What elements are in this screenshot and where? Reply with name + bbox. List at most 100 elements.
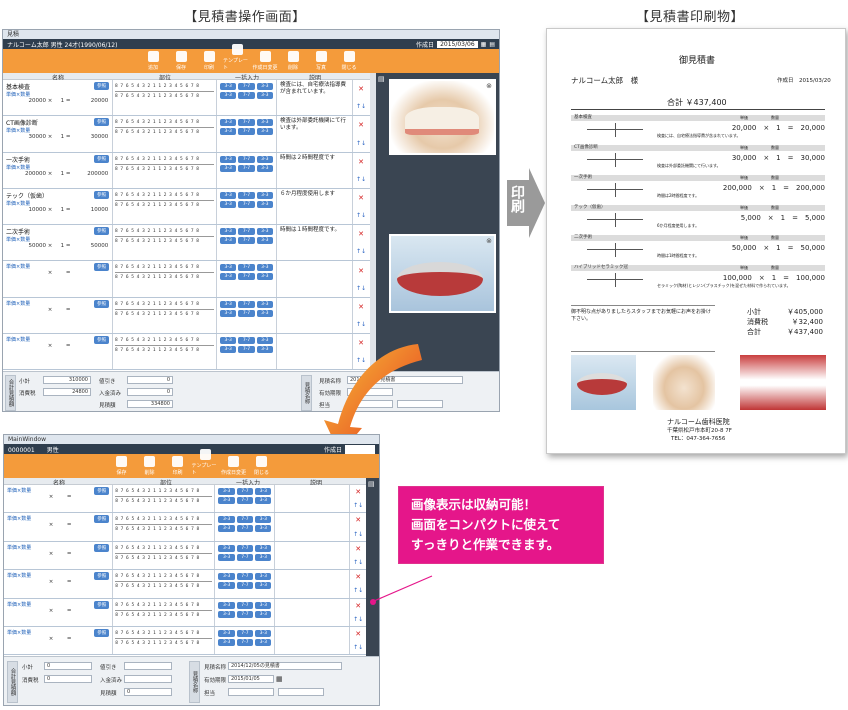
reference-button[interactable]: 参照 — [94, 628, 110, 637]
bulk-button[interactable]: 3-3 — [255, 544, 272, 552]
tooth-chart[interactable]: 8 7 6 5 4 3 2 1 1 2 3 4 5 6 7 8 8 7 6 5 4… — [113, 598, 216, 626]
description-cell[interactable] — [275, 485, 351, 513]
tooth-row-lower[interactable]: 8 7 6 5 4 3 2 1 1 2 3 4 5 6 7 8 — [115, 238, 214, 245]
reference-button[interactable]: 参照 — [94, 572, 110, 581]
bulk-button[interactable]: 3-3 — [255, 573, 272, 581]
toolbar-button-1[interactable]: 削除 — [136, 456, 164, 478]
unit-price[interactable]: 20000 — [6, 98, 47, 104]
bulk-button[interactable]: 7-7 — [238, 237, 255, 245]
bulk-button[interactable]: 3-3 — [256, 83, 273, 90]
toolbar-button-5[interactable]: 閉じる — [248, 456, 276, 478]
tooth-row-upper[interactable]: 8 7 6 5 4 3 2 1 1 2 3 4 5 6 7 8 — [115, 516, 212, 523]
collapsed-image-panel[interactable]: ▤ — [366, 478, 379, 656]
date-field[interactable]: 2015/03/06 — [437, 40, 478, 48]
tooth-row-upper[interactable]: 8 7 6 5 4 3 2 1 1 2 3 4 5 6 7 8 — [115, 228, 214, 235]
bulk-button[interactable]: 3-3 — [255, 638, 272, 646]
toolbar-button-7[interactable]: 閉じる — [335, 51, 363, 73]
bulk-button[interactable]: 7-7 — [238, 128, 255, 136]
toolbar-button-0[interactable]: 保存 — [108, 456, 136, 478]
tooth-chart[interactable]: 8 7 6 5 4 3 2 1 1 2 3 4 5 6 7 8 8 7 6 5 4… — [113, 188, 217, 225]
tooth-row-lower[interactable]: 8 7 6 5 4 3 2 1 1 2 3 4 5 6 7 8 — [115, 640, 212, 647]
reference-button[interactable]: 参照 — [94, 543, 110, 552]
tooth-row-upper[interactable]: 8 7 6 5 4 3 2 1 1 2 3 4 5 6 7 8 — [115, 488, 212, 495]
item-name-cell[interactable]: 一次手術 参照 単価×数量 200000 × 1 = 200000 — [3, 152, 113, 188]
toolbar-button-2[interactable]: 印刷 — [164, 456, 192, 478]
discount-field[interactable] — [124, 662, 172, 670]
bulk-button[interactable]: 3-3 — [256, 228, 273, 236]
reference-button[interactable]: 参照 — [94, 263, 109, 272]
item-name-cell[interactable]: 参照 単価×数量 × = — [4, 485, 114, 513]
move-row-icon[interactable]: ↑↓ — [356, 176, 366, 183]
bulk-button[interactable]: 3-3 — [255, 553, 272, 561]
bulk-button[interactable]: 7-7 — [236, 497, 254, 504]
unit-price[interactable]: 30000 — [6, 134, 47, 140]
description-cell[interactable]: ６か月程度使用します — [277, 188, 353, 225]
unit-price[interactable]: 50000 — [6, 243, 47, 249]
tooth-row-upper[interactable]: 8 7 6 5 4 3 2 1 1 2 3 4 5 6 7 8 — [115, 301, 214, 308]
description-cell[interactable]: 検査は外部委託機関にて行います。 — [277, 116, 353, 152]
bulk-button[interactable]: 3-3 — [218, 525, 235, 533]
bulk-button[interactable]: 3-3 — [220, 273, 237, 281]
item-name-cell[interactable]: 参照 単価×数量 × = — [4, 570, 114, 598]
tooth-row-lower[interactable]: 8 7 6 5 4 3 2 1 1 2 3 4 5 6 7 8 — [115, 526, 212, 533]
item-name-cell[interactable]: 参照 単価×数量 × = — [3, 261, 113, 297]
description-cell[interactable]: 検査には、自宅療法指導費が含まれています。 — [277, 80, 353, 116]
expire-field[interactable]: 2015/01/05 — [228, 675, 274, 683]
item-name-cell[interactable]: テック（仮歯） 参照 単価×数量 10000 × 1 = 10000 — [3, 188, 113, 225]
reference-button[interactable]: 参照 — [94, 487, 110, 495]
bulk-button[interactable]: 3-3 — [220, 346, 237, 354]
description-cell[interactable] — [277, 297, 353, 334]
item-name-cell[interactable]: CT画像診断 参照 単価×数量 30000 × 1 = 30000 — [3, 116, 113, 152]
delete-row-icon[interactable]: ✕ — [355, 602, 361, 610]
unit-price[interactable]: 200000 — [6, 171, 46, 177]
item-name-cell[interactable]: 参照 単価×数量 × = — [4, 626, 114, 655]
description-cell[interactable] — [277, 261, 353, 297]
bulk-button[interactable]: 7-7 — [238, 309, 255, 317]
delete-row-icon[interactable]: ✕ — [358, 194, 364, 202]
tooth-row-upper[interactable]: 8 7 6 5 4 3 2 1 1 2 3 4 5 6 7 8 — [115, 192, 214, 199]
description-cell[interactable] — [275, 513, 351, 541]
bulk-button[interactable]: 3-3 — [220, 300, 237, 308]
estimate-field[interactable]: 334800 — [127, 400, 173, 408]
bulk-button[interactable]: 3-3 — [256, 273, 273, 281]
bulk-button[interactable]: 3-3 — [255, 629, 272, 637]
move-row-icon[interactable]: ↑↓ — [356, 103, 366, 110]
tooth-chart[interactable]: 8 7 6 5 4 3 2 1 1 2 3 4 5 6 7 8 8 7 6 5 4… — [113, 541, 216, 570]
remove-image-icon[interactable]: ⊗ — [486, 82, 492, 90]
bulk-button[interactable]: 3-3 — [256, 128, 273, 136]
tooth-chart[interactable]: 8 7 6 5 4 3 2 1 1 2 3 4 5 6 7 8 8 7 6 5 4… — [113, 261, 217, 297]
discount-field[interactable]: 0 — [127, 376, 173, 384]
bulk-button[interactable]: 3-3 — [218, 516, 235, 524]
calendar-icon[interactable]: ▦ — [481, 41, 487, 48]
tooth-row-upper[interactable]: 8 7 6 5 4 3 2 1 1 2 3 4 5 6 7 8 — [115, 602, 212, 609]
estimate-field[interactable]: 0 — [124, 688, 172, 696]
description-cell[interactable] — [275, 598, 351, 626]
bulk-button[interactable]: 3-3 — [256, 337, 273, 345]
bulk-button[interactable]: 7-7 — [238, 228, 255, 236]
bulk-button[interactable]: 3-3 — [256, 264, 273, 272]
tooth-row-upper[interactable]: 8 7 6 5 4 3 2 1 1 2 3 4 5 6 7 8 — [115, 156, 214, 163]
bulk-button[interactable]: 3-3 — [255, 488, 272, 495]
bulk-button[interactable]: 3-3 — [256, 300, 273, 308]
tooth-row-upper[interactable]: 8 7 6 5 4 3 2 1 1 2 3 4 5 6 7 8 — [115, 630, 212, 637]
tooth-row-lower[interactable]: 8 7 6 5 4 3 2 1 1 2 3 4 5 6 7 8 — [115, 612, 212, 619]
bulk-button[interactable]: 3-3 — [256, 92, 273, 99]
deposit-field[interactable] — [124, 675, 172, 683]
delete-row-icon[interactable]: ✕ — [355, 573, 361, 581]
delete-row-icon[interactable]: ✕ — [358, 303, 364, 311]
bulk-button[interactable]: 3-3 — [218, 582, 235, 590]
description-cell[interactable]: 時間は２時間程度です — [277, 152, 353, 188]
toolbar-button-6[interactable]: 写真 — [307, 51, 335, 73]
toolbar-button-0[interactable]: 追加 — [139, 51, 167, 73]
tooth-row-lower[interactable]: 8 7 6 5 4 3 2 1 1 2 3 4 5 6 7 8 — [115, 166, 214, 173]
tooth-chart[interactable]: 8 7 6 5 4 3 2 1 1 2 3 4 5 6 7 8 8 7 6 5 4… — [113, 334, 217, 370]
bulk-button[interactable]: 7-7 — [236, 573, 254, 581]
delete-row-icon[interactable]: ✕ — [355, 630, 361, 638]
tooth-chart[interactable]: 8 7 6 5 4 3 2 1 1 2 3 4 5 6 7 8 8 7 6 5 4… — [113, 297, 217, 334]
staff-select[interactable] — [228, 688, 274, 696]
bulk-button[interactable]: 7-7 — [238, 337, 255, 345]
item-name-cell[interactable]: 参照 単価×数量 × = — [3, 334, 113, 370]
reference-button[interactable]: 参照 — [94, 336, 109, 345]
tooth-chart[interactable]: 8 7 6 5 4 3 2 1 1 2 3 4 5 6 7 8 8 7 6 5 4… — [113, 116, 217, 152]
bulk-button[interactable]: 3-3 — [255, 497, 272, 504]
